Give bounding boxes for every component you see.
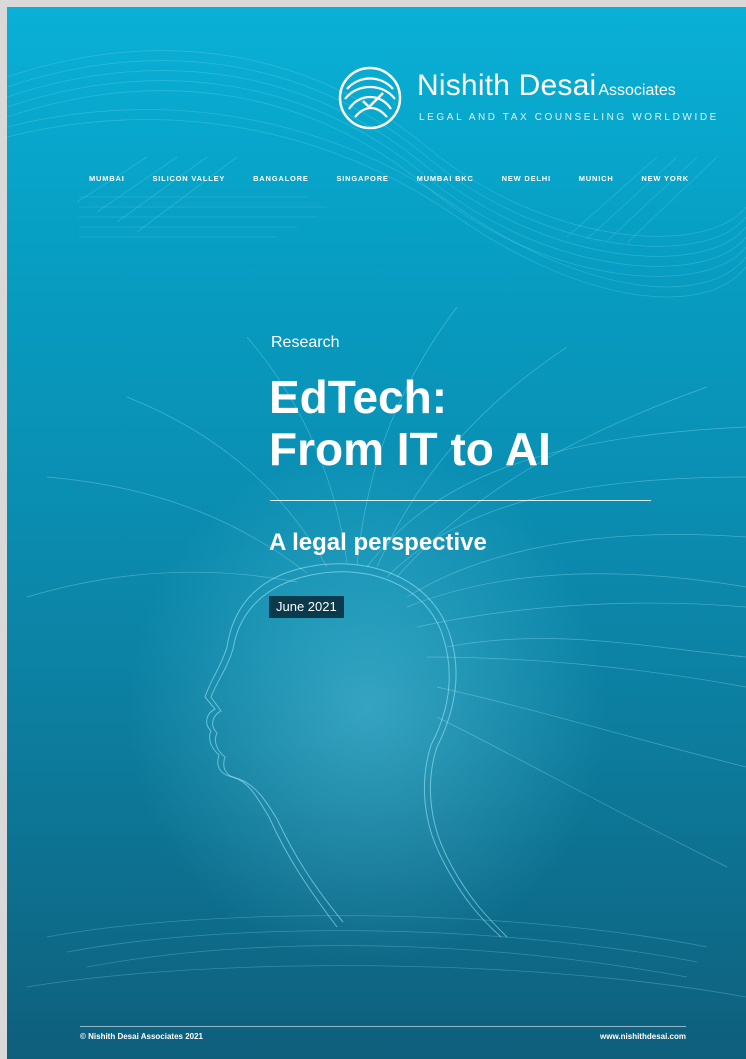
nda-globe-logo-icon — [338, 66, 402, 130]
city-silicon-valley: SILICON VALLEY — [152, 174, 226, 183]
report-title: EdTech: From IT to AI — [269, 371, 551, 475]
brand-name: Nishith Desai — [417, 69, 597, 102]
date-badge: June 2021 — [269, 596, 344, 618]
city-mumbai-bkc: MUMBAI BKC — [416, 174, 474, 183]
report-subtitle: A legal perspective — [269, 529, 487, 556]
report-category: Research — [271, 334, 340, 351]
footer-copyright: © Nishith Desai Associates 2021 — [80, 1032, 203, 1041]
footer-website-link[interactable]: www.nishithdesai.com — [600, 1032, 686, 1041]
city-new-york: NEW YORK — [641, 174, 689, 183]
header-hatch-band — [79, 196, 327, 238]
brand-tagline: LEGAL AND TAX COUNSELING WORLDWIDE — [419, 112, 719, 123]
city-singapore: SINGAPORE — [336, 174, 389, 183]
city-mumbai: MUMBAI — [89, 174, 125, 183]
city-munich: MUNICH — [578, 174, 614, 183]
city-bangalore: BANGALORE — [253, 174, 309, 183]
city-new-delhi: NEW DELHI — [501, 174, 551, 183]
office-cities: MUMBAI SILICON VALLEY BANGALORE SINGAPOR… — [89, 174, 689, 183]
title-divider — [270, 500, 651, 501]
brand-wordmark: Nishith Desai Associates — [417, 69, 676, 103]
footer-divider — [80, 1026, 686, 1027]
report-cover: Nishith Desai Associates LEGAL AND TAX CO… — [7, 7, 746, 1059]
title-line-1: EdTech: — [269, 371, 448, 423]
brand-suffix: Associates — [598, 82, 676, 99]
title-line-2: From IT to AI — [269, 423, 551, 475]
